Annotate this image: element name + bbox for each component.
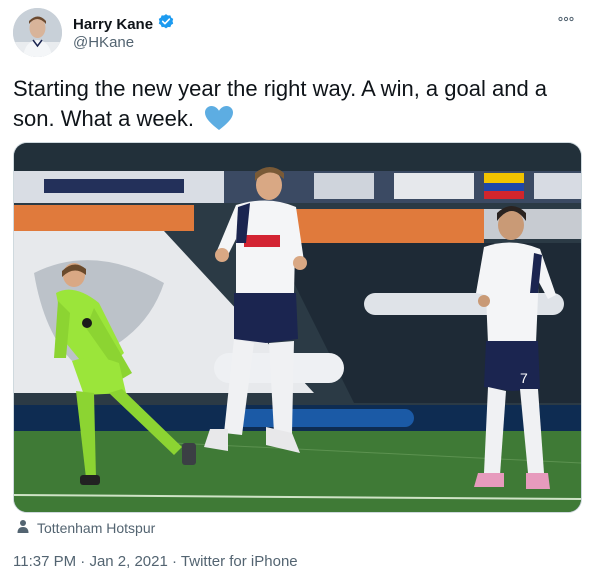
tweet-metadata: 11:37 PM · Jan 2, 2021 · Twitter for iPh…	[13, 553, 298, 570]
meta-separator: ·	[172, 553, 178, 570]
tagged-account[interactable]: Tottenham Hotspur	[37, 520, 155, 536]
tagged-people[interactable]: Tottenham Hotspur	[17, 519, 155, 536]
person-tag-icon	[17, 519, 29, 536]
meta-separator: ·	[80, 553, 86, 570]
more-options-icon[interactable]	[558, 10, 574, 25]
tweet-photo[interactable]: 7	[13, 142, 582, 513]
jersey-number: 7	[520, 370, 528, 386]
tweet-time[interactable]: 11:37 PM	[13, 553, 76, 570]
blue-heart-icon	[204, 105, 234, 139]
avatar[interactable]	[13, 8, 62, 57]
tweet-text: Starting the new year the right way. A w…	[13, 74, 579, 139]
verified-badge-icon	[157, 13, 175, 36]
tweet-date[interactable]: Jan 2, 2021	[89, 553, 167, 570]
author-handle[interactable]: @HKane	[73, 34, 134, 51]
profile-photo	[13, 8, 62, 57]
tweet-body: Starting the new year the right way. A w…	[13, 76, 548, 131]
tweet-source[interactable]: Twitter for iPhone	[181, 553, 298, 570]
author-name[interactable]: Harry Kane	[73, 16, 153, 33]
